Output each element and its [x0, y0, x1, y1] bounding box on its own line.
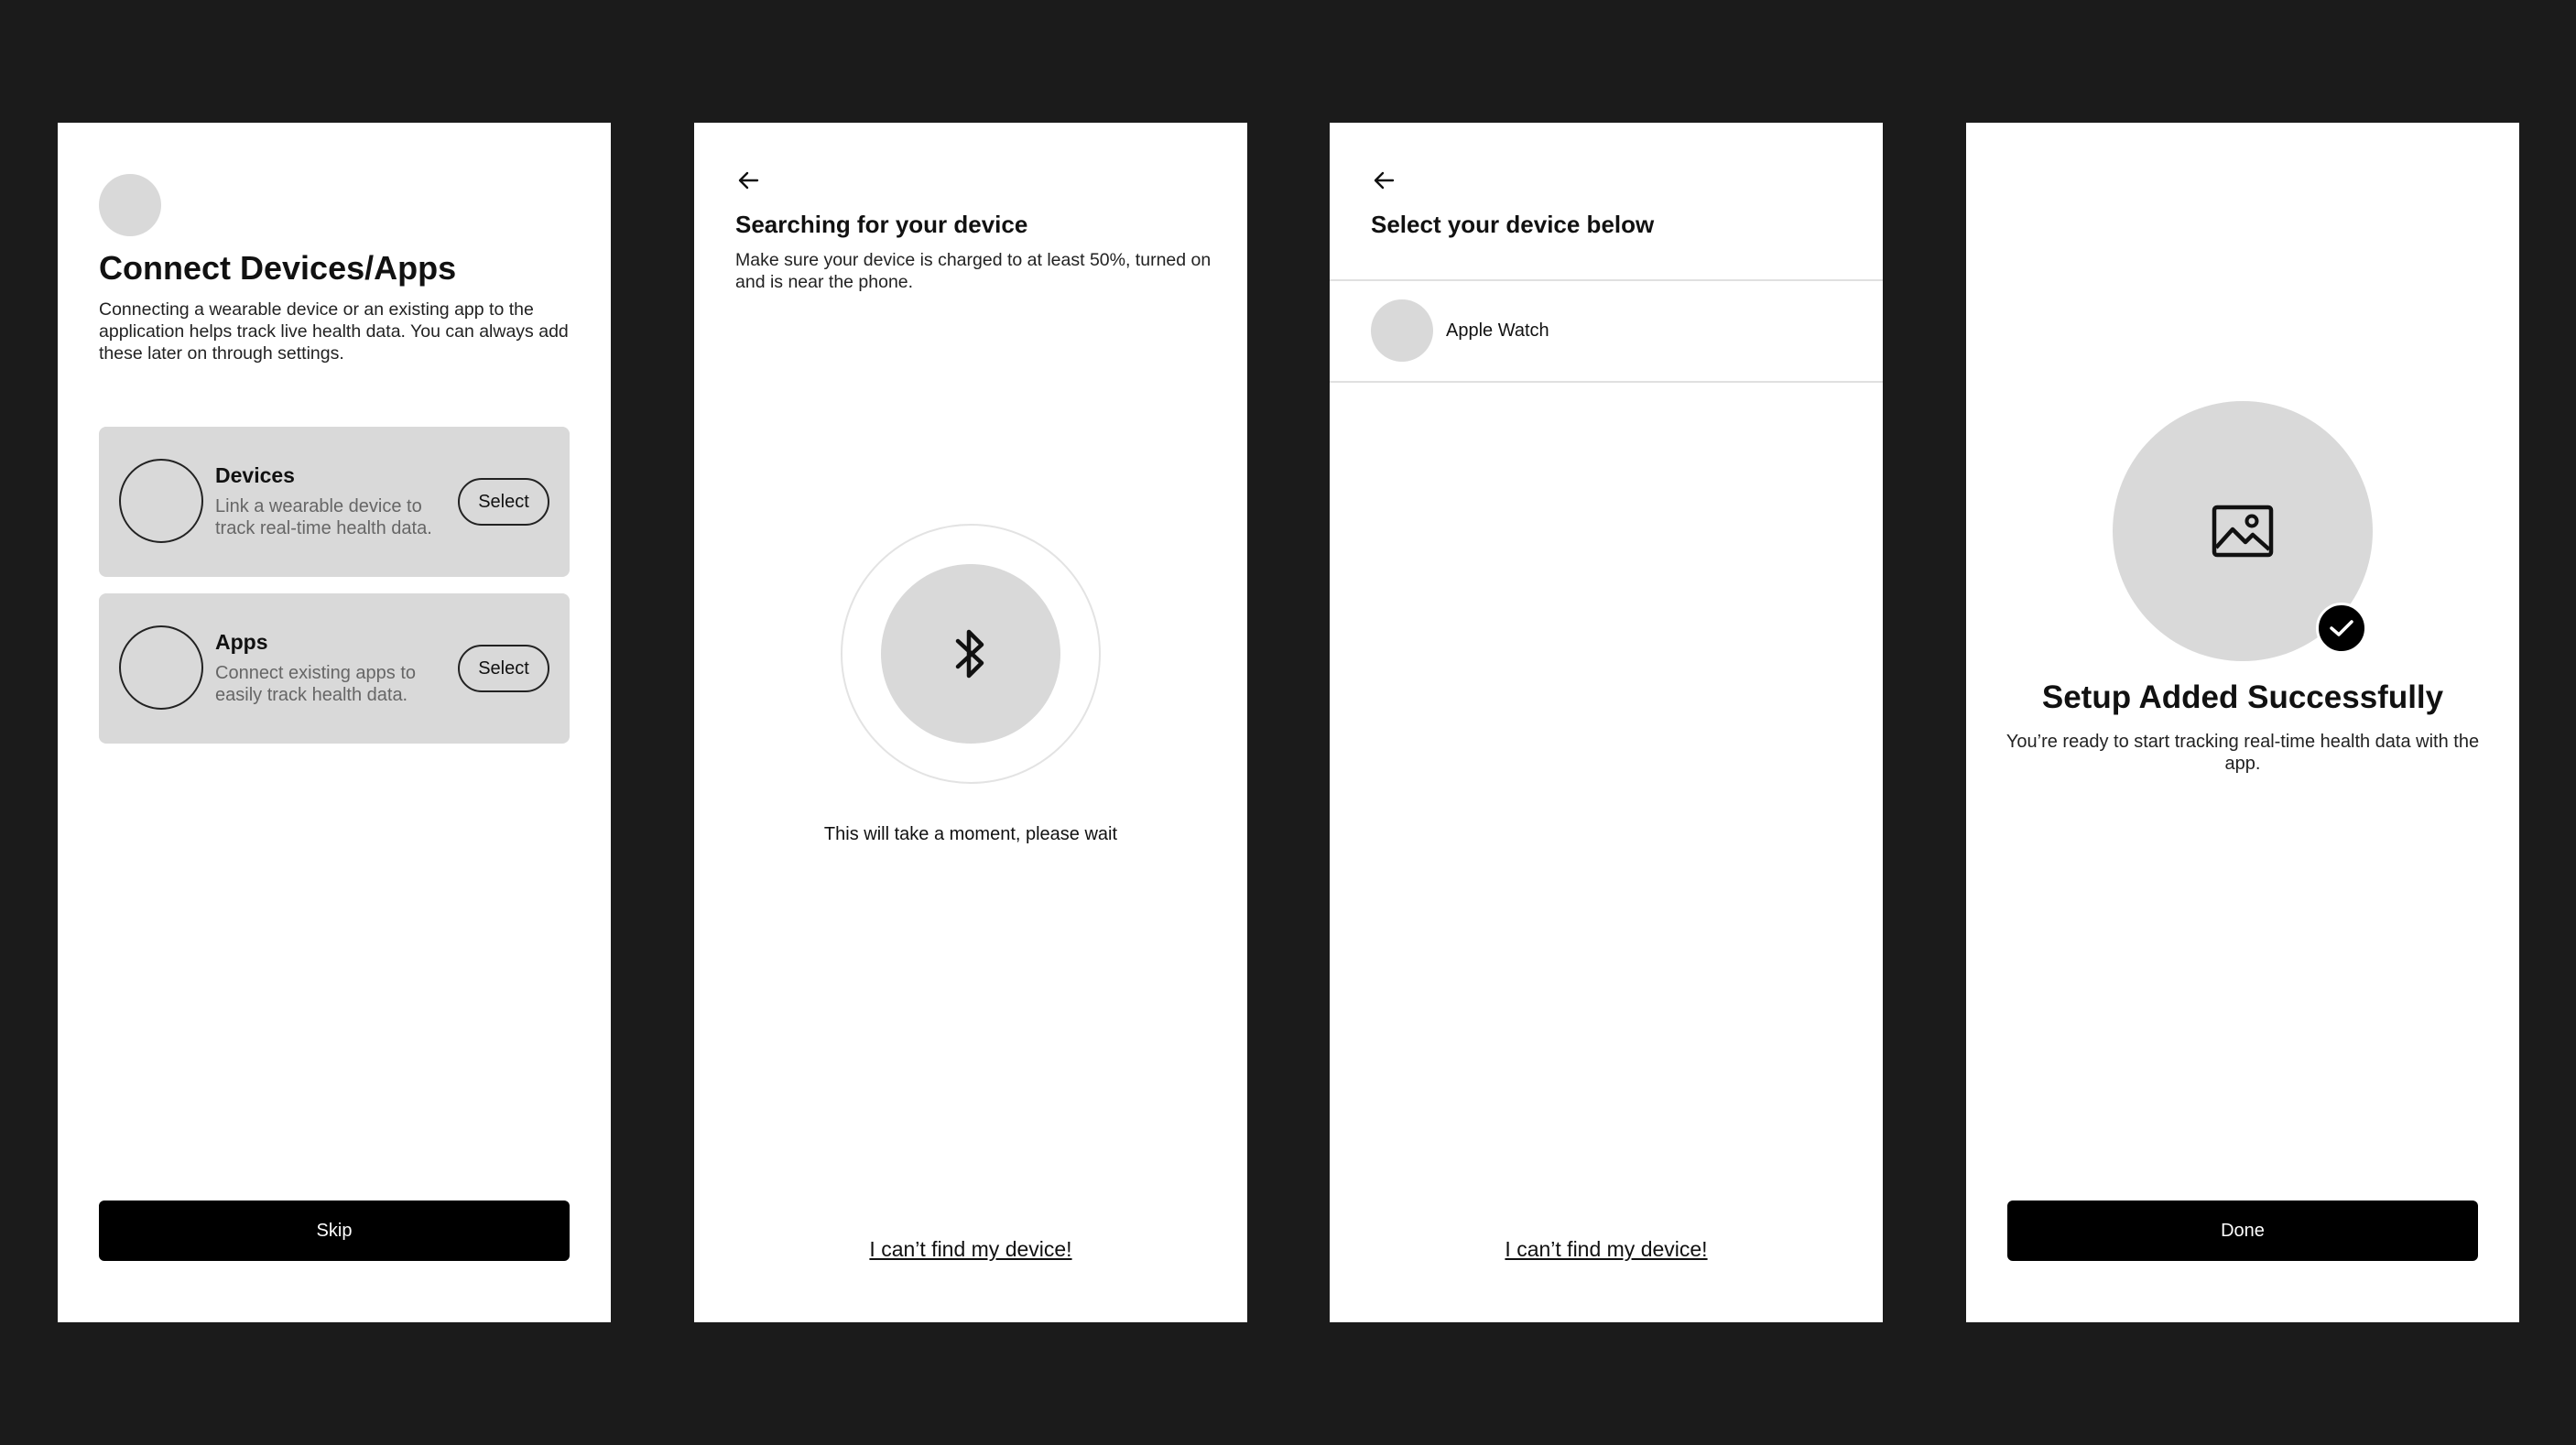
back-arrow-icon[interactable] [735, 167, 763, 194]
devices-option-icon [119, 459, 203, 543]
image-placeholder-icon [2212, 505, 2274, 558]
app-logo-placeholder [99, 174, 161, 236]
device-avatar [1371, 299, 1433, 362]
page-title: Connect Devices/Apps [99, 249, 457, 287]
cant-find-container: I can’t find my device! [1330, 1237, 1883, 1262]
skip-button[interactable]: Skip [99, 1201, 570, 1261]
page-title: Searching for your device [735, 211, 1028, 238]
device-name: Apple Watch [1446, 321, 1549, 341]
success-title: Setup Added Successfully [2041, 679, 2444, 715]
select-device-screen: Select your device below Apple Watch I c… [1330, 123, 1883, 1322]
cant-find-device-link[interactable]: I can’t find my device! [1505, 1237, 1707, 1261]
apps-option-icon [119, 625, 203, 710]
page-title: Select your device below [1371, 211, 1655, 238]
checkmark-badge [2316, 603, 2367, 654]
cant-find-container: I can’t find my device! [694, 1237, 1247, 1262]
devices-option-title: Devices [215, 463, 295, 487]
select-apps-button[interactable]: Select [458, 645, 549, 692]
cant-find-device-link[interactable]: I can’t find my device! [869, 1237, 1071, 1261]
apps-option-title: Apps [215, 630, 268, 654]
select-devices-button[interactable]: Select [458, 478, 549, 526]
success-description: You’re ready to start tracking real-time… [2005, 732, 2480, 774]
device-list-item[interactable]: Apple Watch [1330, 280, 1883, 381]
checkmark-icon [2330, 620, 2353, 636]
done-button[interactable]: Done [2007, 1201, 2478, 1261]
search-indicator [881, 564, 1060, 744]
connect-devices-screen: Connect Devices/Apps Connecting a wearab… [58, 123, 611, 1322]
page-description: Connecting a wearable device or an exist… [99, 299, 569, 364]
devices-option-card: Devices Link a wearable device to track … [99, 427, 570, 577]
back-arrow-icon[interactable] [1371, 167, 1398, 194]
list-divider-bottom [1330, 381, 1883, 383]
devices-option-description: Link a wearable device to track real-tim… [215, 496, 432, 538]
apps-option-card: Apps Connect existing apps to easily tra… [99, 593, 570, 744]
bluetooth-icon [955, 629, 984, 679]
wait-message: This will take a moment, please wait [823, 824, 1118, 844]
apps-option-description: Connect existing apps to easily track he… [215, 663, 417, 705]
setup-success-screen: Setup Added Successfully You’re ready to… [1966, 123, 2519, 1322]
searching-device-screen: Searching for your device Make sure your… [694, 123, 1247, 1322]
page-description: Make sure your device is charged to at l… [735, 250, 1212, 292]
